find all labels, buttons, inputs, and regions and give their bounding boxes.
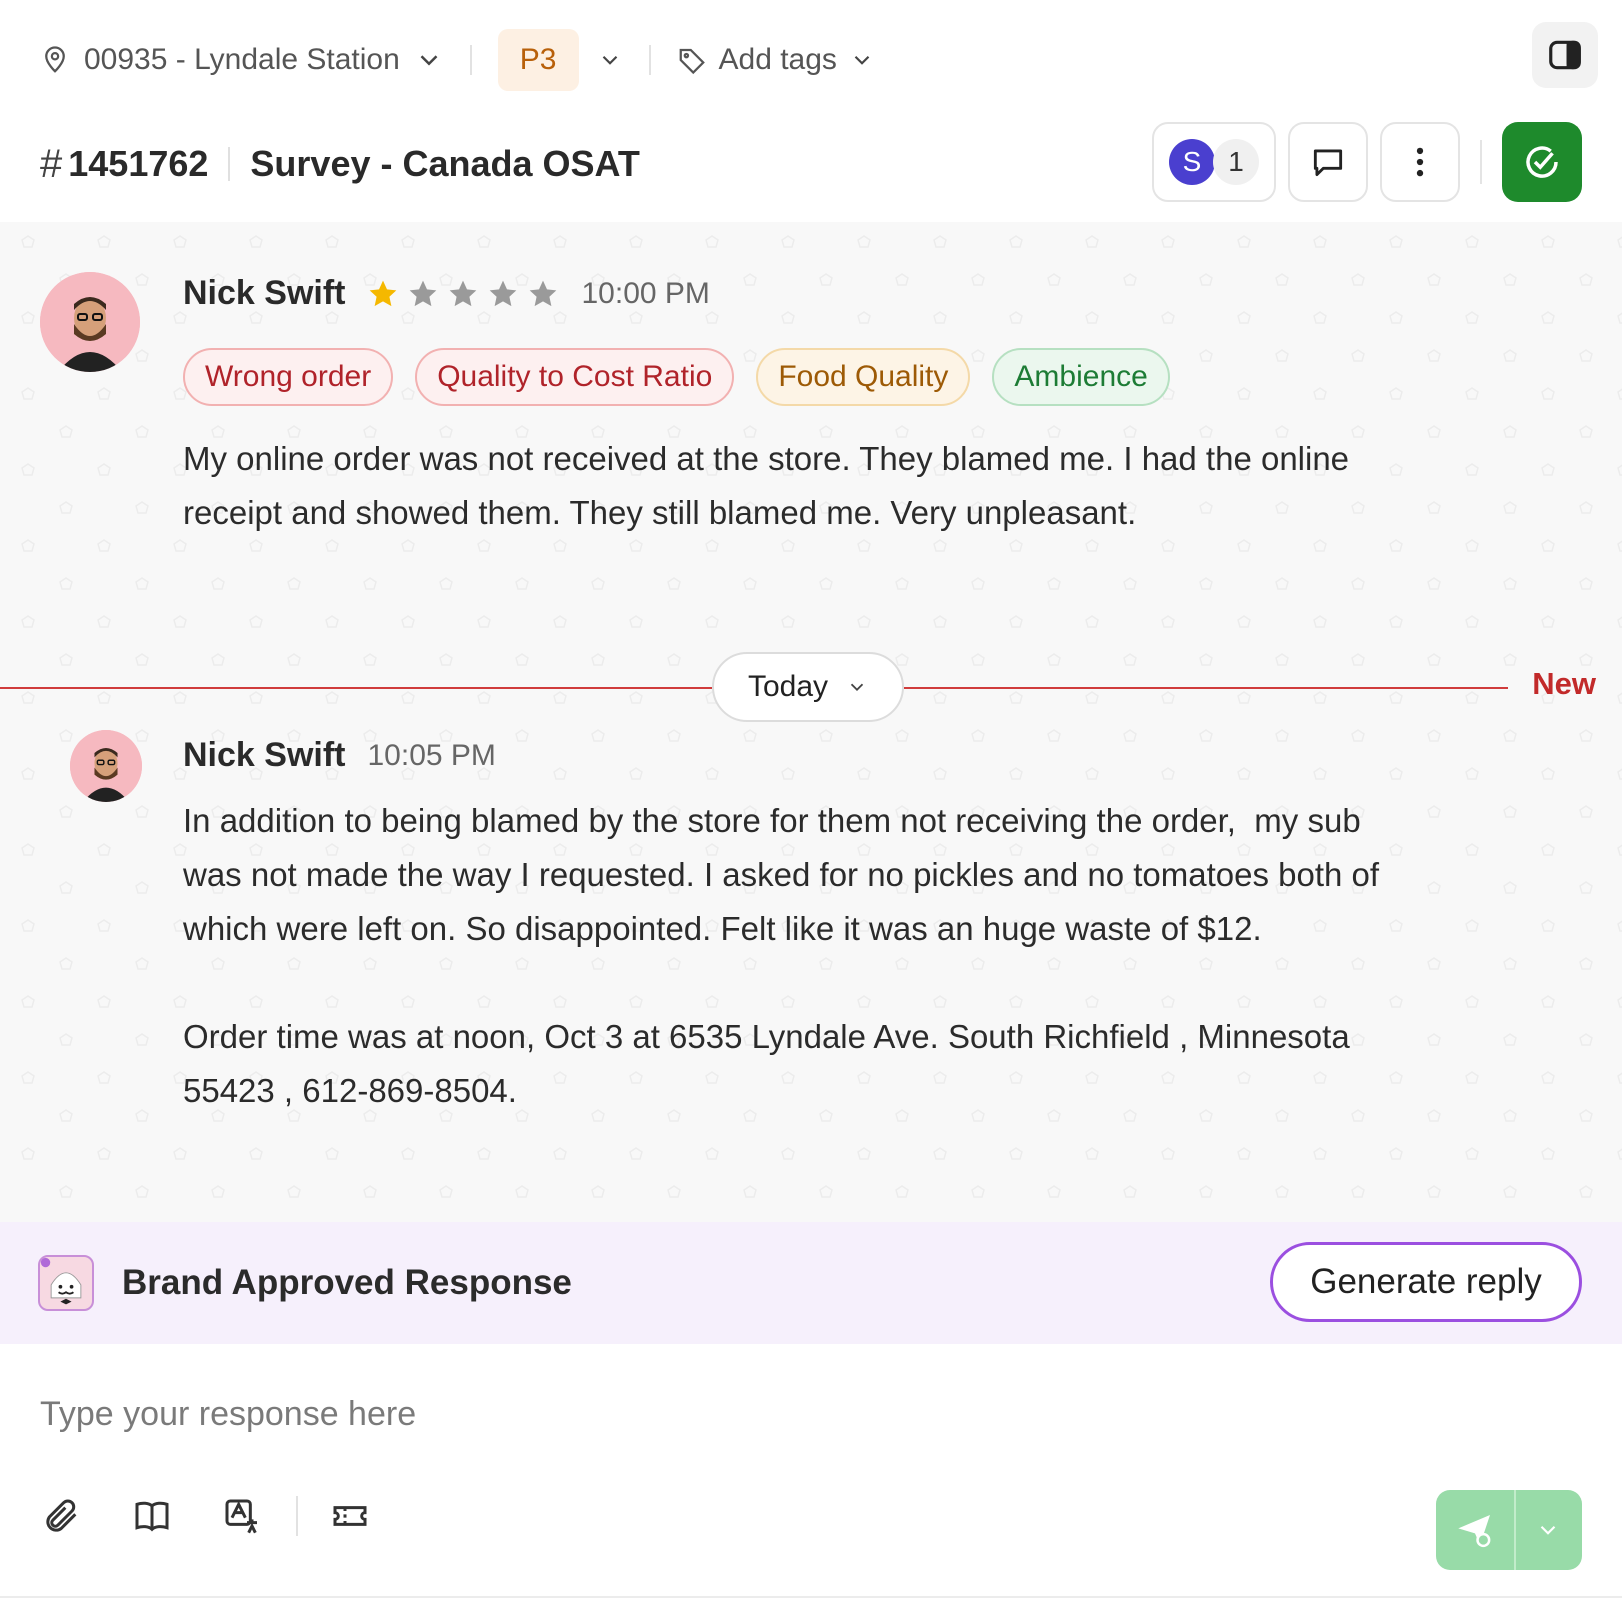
divider	[228, 147, 231, 181]
date-label: Today	[747, 670, 829, 703]
reply-input[interactable]	[40, 1384, 1580, 1444]
knowledge-base-button[interactable]	[130, 1494, 174, 1538]
ticket-actions: S 1	[1152, 122, 1582, 202]
assignee-avatar: S	[1169, 139, 1215, 185]
chevron-down-icon	[602, 55, 617, 65]
avatar[interactable]	[70, 730, 142, 802]
send-button-group	[1436, 1490, 1582, 1570]
ticket-number-value: 1451762	[68, 143, 209, 184]
new-label: New	[1532, 666, 1596, 701]
send-options-button[interactable]	[1516, 1490, 1580, 1570]
message-line: which were left on. So disappointed. Fel…	[183, 910, 1262, 947]
author-name: Nick Swift	[183, 274, 346, 312]
send-icon	[1458, 1515, 1491, 1548]
chevron-down-icon	[1540, 1525, 1556, 1535]
date-filter-button[interactable]: Today	[712, 652, 904, 722]
chevron-down-icon	[420, 55, 438, 66]
book-icon	[135, 1501, 169, 1532]
top-bar: 00935 - Lyndale Station P3 Add tags	[0, 0, 1622, 120]
tag-chip[interactable]: Wrong order	[183, 348, 394, 406]
message-line: was not made the way I requested. I aske…	[183, 856, 1380, 893]
message-body: In addition to being blamed by the store…	[183, 794, 1603, 1118]
divider-line	[904, 687, 1508, 689]
divider-line	[0, 687, 712, 689]
rating-stars	[367, 278, 559, 310]
tag-chip[interactable]: Food Quality	[756, 348, 971, 406]
conversation-thread[interactable]: Nick Swift 10:00 PM Wrong order Quality t…	[0, 222, 1622, 1222]
more-options-button[interactable]	[1380, 122, 1460, 202]
message-body: My online order was not received at the …	[183, 432, 1583, 540]
coupon-button[interactable]	[328, 1494, 372, 1538]
star-empty-icon	[490, 280, 517, 306]
tag-chip[interactable]: Quality to Cost Ratio	[415, 348, 735, 406]
comment-button[interactable]	[1288, 122, 1368, 202]
location-selector[interactable]: 00935 - Lyndale Station	[40, 43, 444, 77]
assignee-count: 1	[1213, 139, 1259, 185]
attach-button[interactable]	[40, 1494, 84, 1538]
check-circle-icon	[1526, 146, 1558, 178]
ticket-title: Survey - Canada OSAT	[250, 143, 640, 184]
ticket-icon	[333, 1506, 367, 1526]
chevron-down-icon	[850, 683, 864, 692]
tag-list: Wrong order Quality to Cost Ratio Food Qua…	[183, 348, 1170, 406]
message-header: Nick Swift 10:00 PM	[183, 274, 710, 313]
generate-reply-button[interactable]: Generate reply	[1270, 1242, 1582, 1322]
comment-icon	[1313, 149, 1343, 177]
priority-selector[interactable]: P3	[497, 29, 623, 91]
send-button[interactable]	[1436, 1490, 1516, 1570]
new-messages-divider: Today New	[0, 652, 1622, 722]
add-tags-dropdown[interactable]: Add tags	[677, 43, 875, 77]
mascot-icon	[38, 1255, 94, 1311]
message-header: Nick Swift 10:05 PM	[183, 736, 496, 775]
chevron-down-icon	[854, 55, 870, 65]
star-empty-icon	[530, 280, 557, 306]
message-line: 55423 , 612-869-8504.	[183, 1072, 517, 1109]
paperclip-icon	[46, 1499, 77, 1532]
ticket-number: # 1451762	[40, 142, 208, 187]
star-filled-icon	[370, 280, 397, 306]
assignee-button[interactable]: S 1	[1152, 122, 1276, 202]
message-time: 10:05 PM	[367, 738, 496, 772]
star-empty-icon	[410, 280, 437, 306]
resolve-button[interactable]	[1502, 122, 1582, 202]
location-label: 00935 - Lyndale Station	[84, 43, 400, 76]
translate-button[interactable]	[220, 1494, 264, 1538]
sidebar-toggle-icon	[1549, 40, 1581, 70]
add-tags-label: Add tags	[718, 43, 837, 76]
tag-icon	[679, 48, 705, 75]
toggle-panel-button[interactable]	[1532, 22, 1598, 88]
composer-toolbar	[40, 1494, 418, 1538]
priority-badge: P3	[497, 29, 579, 91]
reply-composer	[0, 1344, 1622, 1600]
map-pin-icon	[45, 46, 65, 73]
divider	[469, 45, 472, 75]
message-line: In addition to being blamed by the store…	[183, 802, 1361, 839]
divider	[1480, 140, 1482, 184]
translate-icon	[225, 1499, 257, 1534]
message-line: receipt and showed them. They still blam…	[183, 494, 1137, 531]
message-line	[183, 956, 1603, 1010]
more-vertical-icon	[1416, 147, 1424, 177]
brand-response-title: Brand Approved Response	[122, 1263, 572, 1302]
tag-chip[interactable]: Ambience	[992, 348, 1170, 406]
divider	[648, 45, 651, 75]
author-name: Nick Swift	[183, 736, 346, 774]
hash-icon: #	[40, 141, 63, 186]
message-line: Order time was at noon, Oct 3 at 6535 Ly…	[183, 1018, 1350, 1055]
avatar[interactable]	[40, 272, 140, 372]
message-line: My online order was not received at the …	[183, 440, 1350, 477]
divider	[296, 1496, 298, 1536]
divider	[0, 1596, 1622, 1598]
star-empty-icon	[450, 280, 477, 306]
brand-approved-response-bar: Brand Approved Response Generate reply	[0, 1222, 1622, 1344]
message-time: 10:00 PM	[581, 276, 710, 310]
